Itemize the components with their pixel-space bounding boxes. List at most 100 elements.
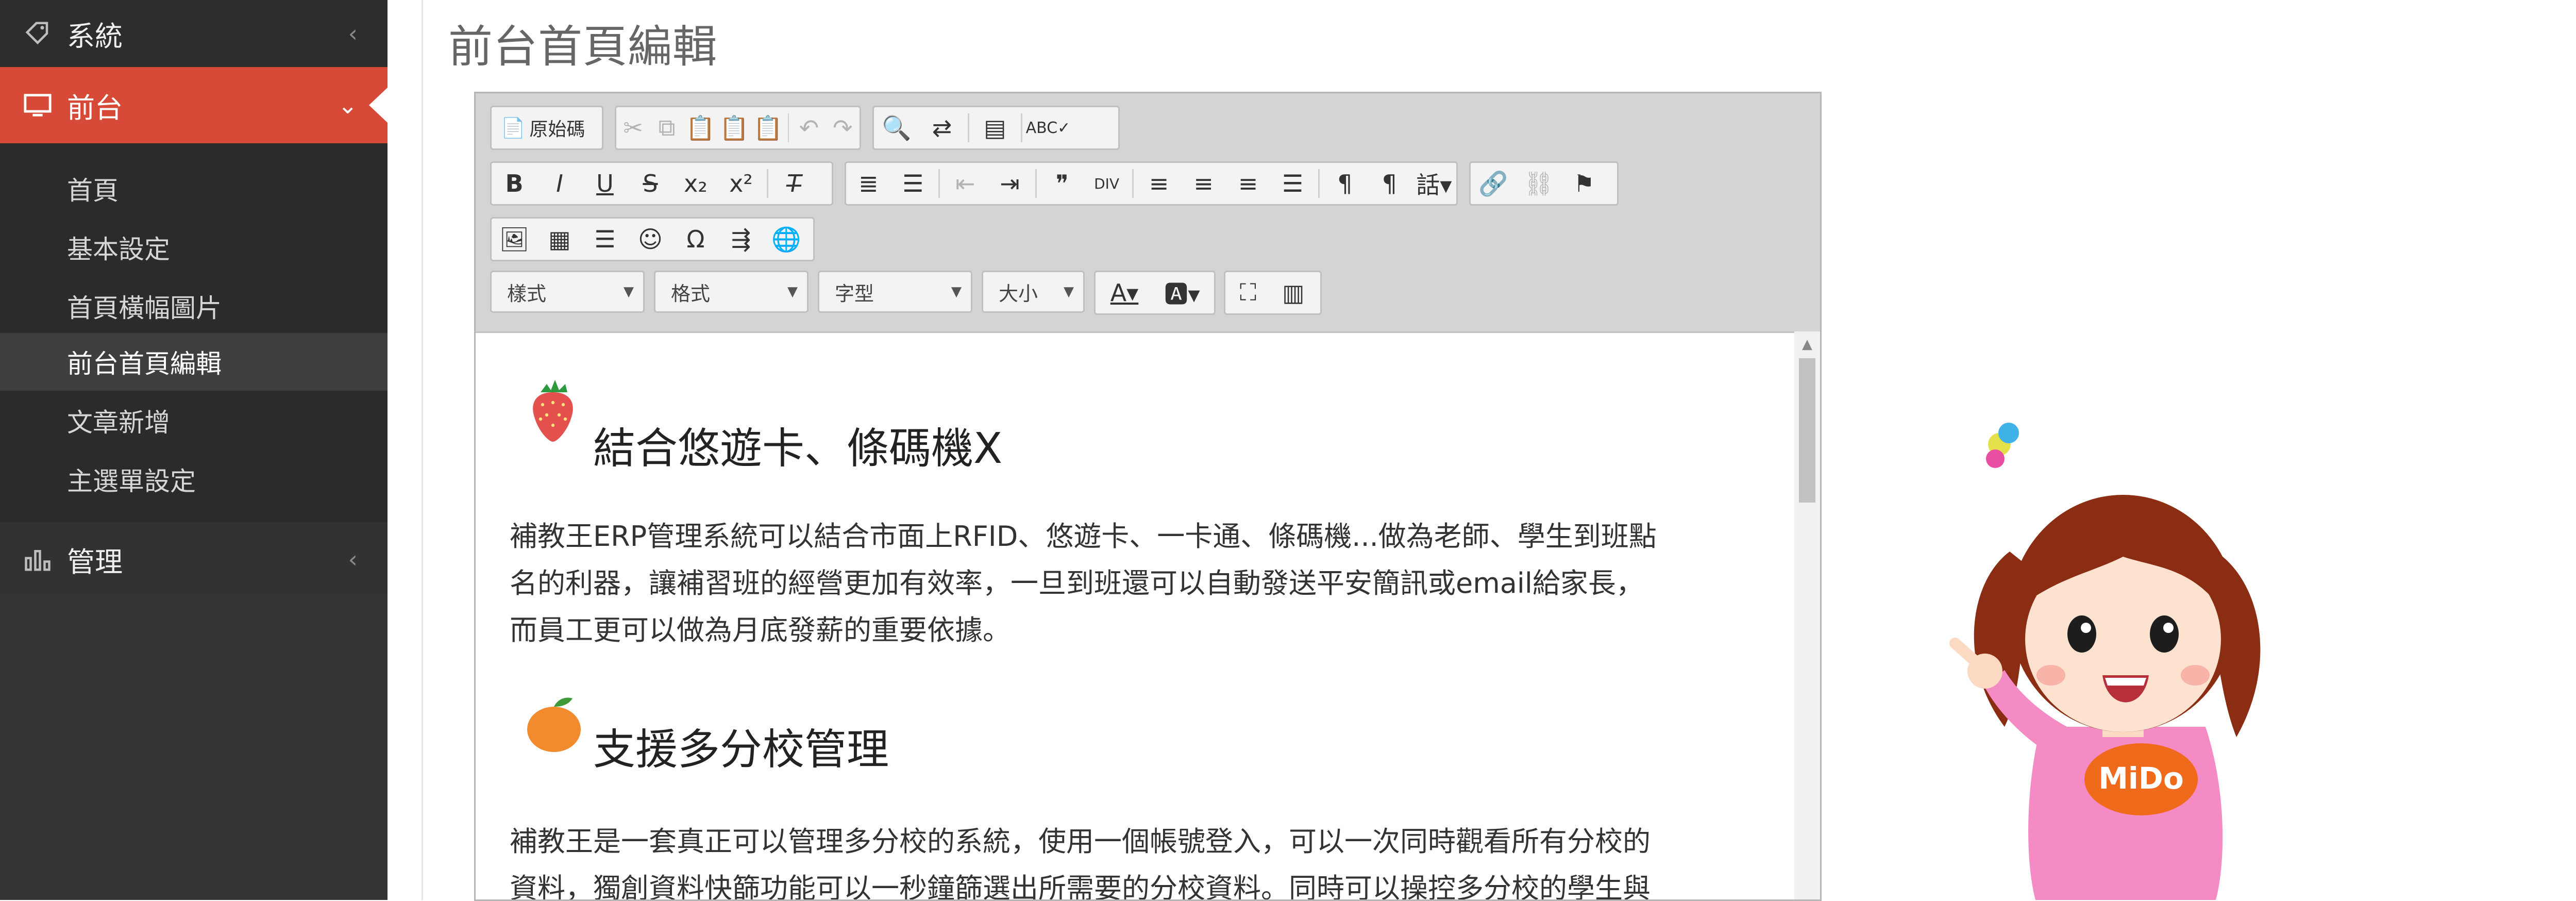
active-pointer [369, 88, 388, 123]
scroll-up-icon[interactable]: ▲ [1794, 331, 1820, 357]
copy-icon[interactable]: ⧉ [650, 107, 683, 148]
text-color-icon[interactable]: A▾ [1096, 272, 1153, 313]
align-left-icon[interactable]: ≡ [1137, 163, 1181, 204]
editor-toolbar: 📄 原始碼 ✂ ⧉ 📋 📋 📋 ↶ ↷ 🔍 ⇄ ▤ ABC✓ B I U S x… [476, 93, 1820, 333]
rtl-icon[interactable]: ¶ [1367, 163, 1411, 204]
spellcheck-icon[interactable]: ABC✓ [1025, 107, 1071, 148]
underline-icon[interactable]: U [582, 163, 628, 204]
chevron-left-icon: ‹ [348, 545, 358, 573]
ltr-icon[interactable]: ¶ [1323, 163, 1367, 204]
undo-icon[interactable]: ↶ [792, 107, 826, 148]
monitor-icon [20, 87, 56, 123]
font-combo-label: 字型 [835, 282, 874, 305]
paragraph-line: 而員工更可以做為月底發薪的重要依據。 [510, 614, 1011, 646]
main-border [422, 0, 423, 900]
smiley-icon[interactable]: ☺ [628, 219, 673, 260]
submenu-item-home[interactable]: 首頁 [0, 160, 388, 218]
separator [938, 169, 940, 198]
link-icon[interactable]: 🔗 [1471, 163, 1516, 204]
toolbar-group-tools: ⛶ ▥ [1224, 271, 1322, 315]
strike-icon[interactable]: S [628, 163, 673, 204]
submenu-item-home-editor[interactable]: 前台首頁編輯 [0, 333, 388, 391]
separator [1035, 169, 1037, 198]
blockquote-icon[interactable]: ❞ [1040, 163, 1084, 204]
sidebar-item-manage[interactable]: 管理 ‹ [0, 523, 388, 595]
chevron-down-icon: ▼ [624, 284, 634, 299]
format-combo[interactable]: 格式 ▼ [654, 271, 809, 313]
editor-content[interactable]: 結合悠遊卡、條碼機X 補教王ERP管理系統可以結合市面上RFID、悠遊卡、一卡通… [476, 331, 1820, 899]
source-label: 原始碼 [529, 119, 585, 140]
redo-icon[interactable]: ↷ [826, 107, 860, 148]
submenu-item-banner-images[interactable]: 首頁橫幅圖片 [0, 277, 388, 335]
page-break-icon[interactable]: ⇶ [718, 219, 764, 260]
align-center-icon[interactable]: ≡ [1181, 163, 1225, 204]
table-icon[interactable]: ▦ [537, 219, 582, 260]
size-combo[interactable]: 大小 ▼ [982, 271, 1085, 313]
toolbar-group-paragraph: ≣ ☰ ⇤ ⇥ ❞ DIV ≡ ≡ ≡ ☰ ¶ ¶ 話▾ [845, 161, 1458, 206]
paste-icon[interactable]: 📋 [684, 107, 717, 148]
special-char-icon[interactable]: Ω [673, 219, 718, 260]
font-combo[interactable]: 字型 ▼ [818, 271, 972, 313]
bulleted-list-icon[interactable]: ☰ [890, 163, 935, 204]
div-icon[interactable]: DIV [1084, 163, 1129, 204]
maximize-icon[interactable]: ⛶ [1225, 272, 1271, 313]
toolbar-group-insert: 🖼 ▦ ☰ ☺ Ω ⇶ 🌐 [490, 217, 815, 261]
style-combo[interactable]: 樣式 ▼ [490, 271, 645, 313]
orange-icon [527, 697, 581, 752]
section-paragraph: 補教王是一套真正可以管理多分校的系統，使用一個帳號登入，可以一次同時觀看所有分校… [510, 818, 1767, 899]
chevron-left-icon: ‹ [348, 20, 358, 47]
outdent-icon[interactable]: ⇤ [943, 163, 987, 204]
mido-badge-text: MiDo [2098, 761, 2184, 796]
paste-word-icon[interactable]: 📋 [751, 107, 785, 148]
toolbar-group-colors: A▾ 🅰▾ [1094, 271, 1216, 315]
paragraph-line: 補教王是一套真正可以管理多分校的系統，使用一個帳號登入，可以一次同時觀看所有分校… [510, 825, 1651, 858]
align-right-icon[interactable]: ≡ [1226, 163, 1270, 204]
indent-icon[interactable]: ⇥ [987, 163, 1032, 204]
anchor-icon[interactable]: ⚑ [1561, 163, 1607, 204]
unlink-icon[interactable]: ⛓ [1516, 163, 1561, 204]
submenu-item-basic-settings[interactable]: 基本設定 [0, 219, 388, 276]
bar-chart-icon [20, 541, 56, 577]
separator [767, 169, 768, 198]
horizontal-rule-icon[interactable]: ☰ [582, 219, 628, 260]
paragraph-line: 補教王ERP管理系統可以結合市面上RFID、悠遊卡、一卡通、條碼機...做為老師… [510, 520, 1657, 553]
sidebar-item-label: 系統 [67, 20, 123, 53]
separator [1318, 169, 1320, 198]
language-icon[interactable]: 話▾ [1412, 163, 1456, 204]
vertical-scrollbar[interactable]: ▲ [1794, 331, 1820, 899]
separator [787, 113, 789, 142]
select-all-icon[interactable]: ▤ [972, 107, 1018, 148]
bg-color-icon[interactable]: 🅰▾ [1153, 272, 1211, 313]
remove-format-icon[interactable]: T̶ [771, 163, 817, 204]
image-icon[interactable]: 🖼 [492, 219, 537, 260]
section-heading: 結合悠遊卡、條碼機X [593, 424, 1003, 473]
frontend-submenu: 首頁 基本設定 首頁橫幅圖片 前台首頁編輯 文章新增 主選單設定 [0, 143, 388, 521]
bold-icon[interactable]: B [492, 163, 537, 204]
sidebar-item-frontend[interactable]: 前台 ⌄ [0, 67, 388, 143]
iframe-icon[interactable]: 🌐 [764, 219, 809, 260]
chevron-down-icon: ▼ [951, 284, 962, 299]
chevron-down-icon: ⌄ [338, 91, 358, 119]
sidebar-item-system[interactable]: 系統 ‹ [0, 0, 388, 67]
scroll-thumb[interactable] [1799, 358, 1815, 503]
justify-icon[interactable]: ☰ [1270, 163, 1315, 204]
numbered-list-icon[interactable]: ≣ [846, 163, 890, 204]
toolbar-group-editing: 🔍 ⇄ ▤ ABC✓ [872, 106, 1120, 150]
superscript-icon[interactable]: x² [718, 163, 764, 204]
size-combo-label: 大小 [999, 282, 1038, 305]
paragraph-line: 名的利器，讓補習班的經營更加有效率，一旦到班還可以自動發送平安簡訊或email給… [510, 567, 1644, 599]
section-heading: 支援多分校管理 [593, 725, 889, 774]
chevron-down-icon: ▼ [1064, 284, 1074, 299]
subscript-icon[interactable]: x₂ [673, 163, 718, 204]
separator [1132, 169, 1134, 198]
paste-text-icon[interactable]: 📋 [717, 107, 751, 148]
replace-icon[interactable]: ⇄ [919, 107, 965, 148]
show-blocks-icon[interactable]: ▥ [1271, 272, 1316, 313]
cut-icon[interactable]: ✂ [616, 107, 650, 148]
italic-icon[interactable]: I [537, 163, 582, 204]
find-icon[interactable]: 🔍 [874, 107, 919, 148]
source-button[interactable]: 📄 原始碼 [492, 107, 594, 148]
submenu-item-new-article[interactable]: 文章新增 [0, 392, 388, 449]
submenu-item-main-menu[interactable]: 主選單設定 [0, 451, 388, 508]
toolbar-group-links: 🔗 ⛓ ⚑ [1469, 161, 1619, 206]
